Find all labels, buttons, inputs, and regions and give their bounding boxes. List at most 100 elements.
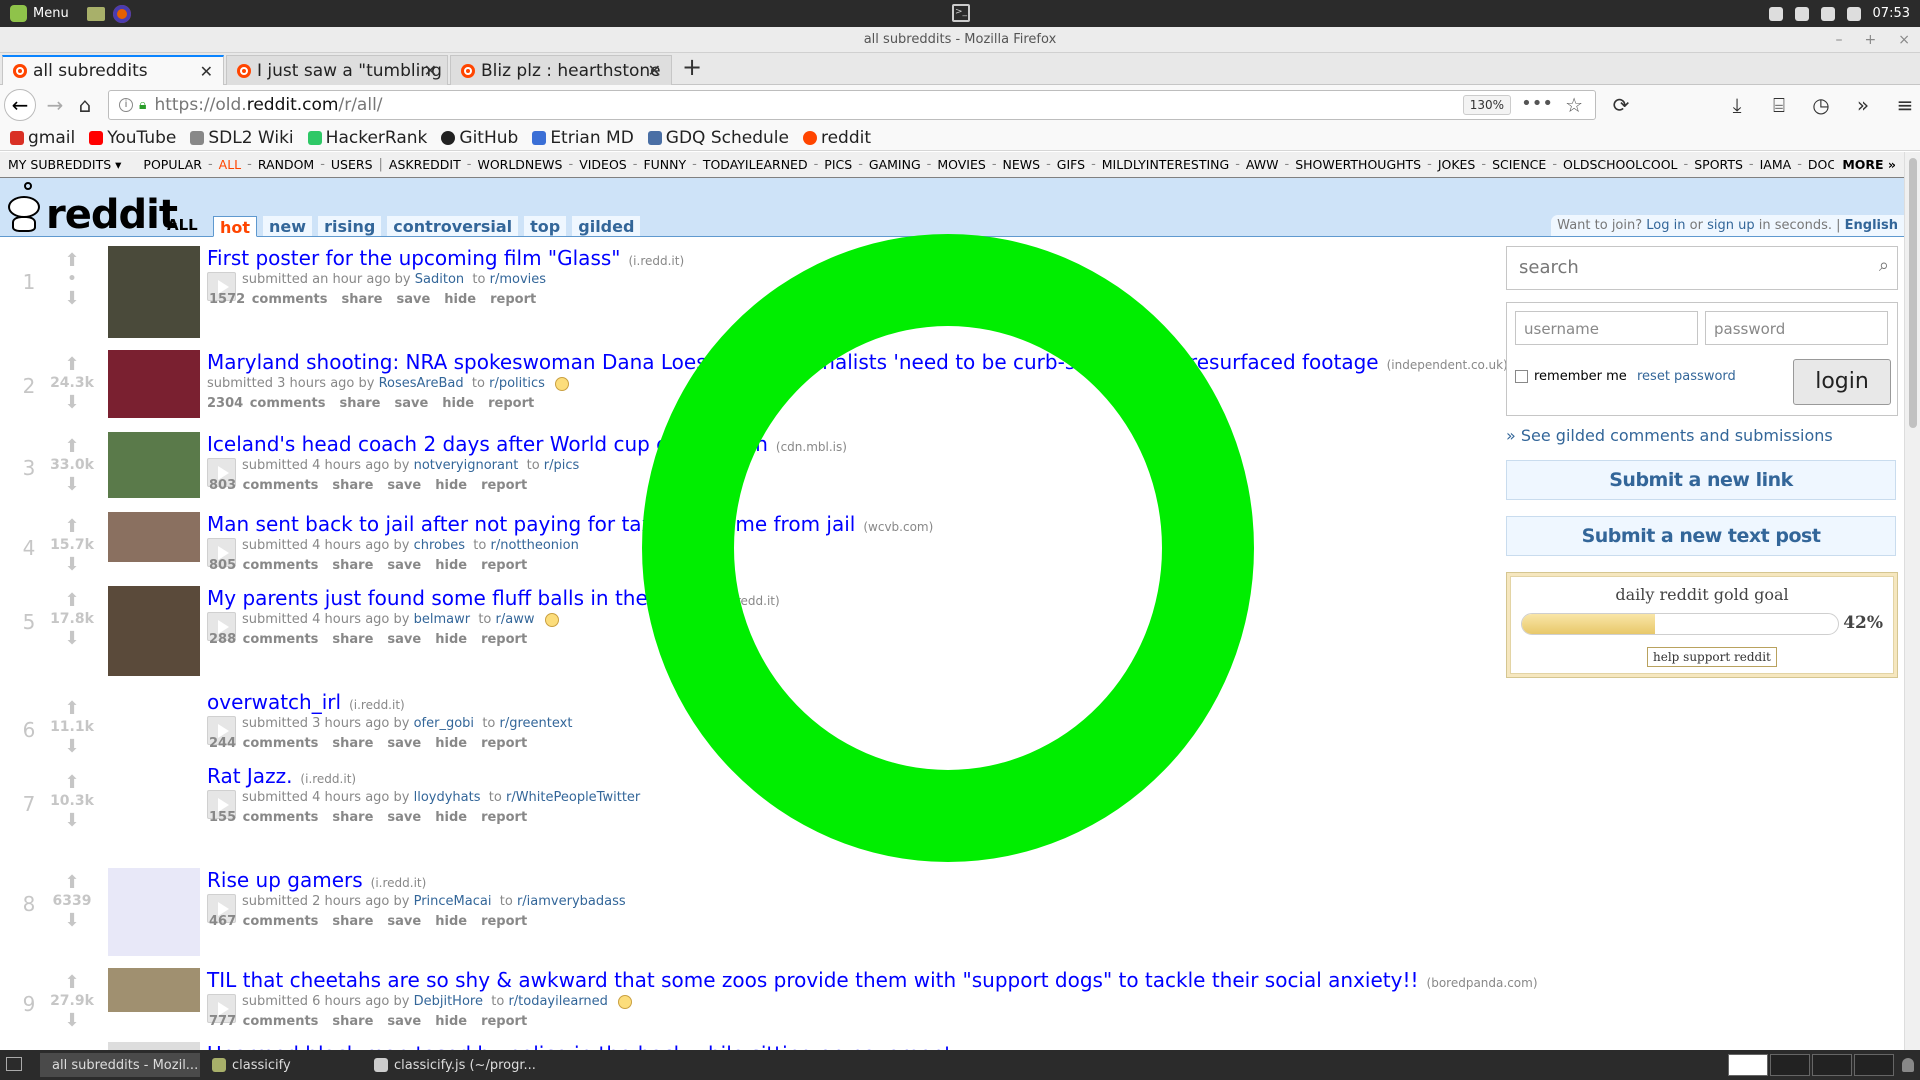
- bookmark-star-icon[interactable]: ☆: [1565, 93, 1583, 117]
- terminal-icon[interactable]: >_: [952, 4, 970, 22]
- post-subreddit[interactable]: r/greentext: [500, 716, 573, 731]
- upvote-arrow-icon[interactable]: ⬆: [62, 774, 82, 792]
- bookmark-gdq-schedule[interactable]: GDQ Schedule: [647, 128, 789, 148]
- login-link[interactable]: Log in: [1646, 218, 1685, 233]
- save-link[interactable]: save: [394, 396, 428, 411]
- upvote-arrow-icon[interactable]: ⬆: [62, 874, 82, 892]
- post-thumbnail[interactable]: [108, 246, 200, 338]
- post-subreddit[interactable]: r/movies: [490, 272, 546, 287]
- post-subreddit[interactable]: r/aww: [496, 612, 535, 627]
- password-field[interactable]: password: [1705, 311, 1888, 345]
- folder-launcher-icon[interactable]: [86, 6, 105, 21]
- gilded-link[interactable]: » See gilded comments and submissions: [1506, 426, 1833, 445]
- sr-link-movies[interactable]: MOVIES: [931, 157, 991, 172]
- hide-link[interactable]: hide: [435, 736, 467, 751]
- downvote-arrow-icon[interactable]: ⬇: [62, 630, 82, 648]
- sr-link-oldschoolcool[interactable]: OLDSCHOOLCOOL: [1557, 157, 1684, 172]
- gilded-icon[interactable]: [544, 612, 559, 627]
- sr-link-mildlyinteresting[interactable]: MILDLYINTERESTING: [1096, 157, 1235, 172]
- sr-link-gifs[interactable]: GIFS: [1051, 157, 1091, 172]
- hide-link[interactable]: hide: [435, 914, 467, 929]
- post-thumbnail[interactable]: [108, 1042, 200, 1050]
- upvote-arrow-icon[interactable]: ⬆: [62, 974, 82, 992]
- search-icon[interactable]: ⌕: [1879, 255, 1889, 276]
- bookmark-github[interactable]: GitHub: [441, 128, 518, 148]
- sr-link-todayilearned[interactable]: TODAYILEARNED: [697, 157, 814, 172]
- post-domain[interactable]: (i.redd.it): [371, 876, 427, 890]
- share-link[interactable]: share: [332, 914, 373, 929]
- share-link[interactable]: share: [332, 558, 373, 573]
- downvote-arrow-icon[interactable]: ⬇: [62, 738, 82, 756]
- hide-link[interactable]: hide: [435, 558, 467, 573]
- downvote-arrow-icon[interactable]: ⬇: [62, 912, 82, 930]
- wifi-icon[interactable]: [1794, 6, 1809, 21]
- signup-link[interactable]: sign up: [1707, 218, 1755, 233]
- taskbar-editor[interactable]: classicify.js (~/progr...: [368, 1053, 542, 1077]
- hide-link[interactable]: hide: [444, 292, 476, 307]
- sr-link-pics[interactable]: PICS: [818, 157, 858, 172]
- hide-link[interactable]: hide: [442, 396, 474, 411]
- comments-link[interactable]: 1572 comments: [209, 292, 327, 307]
- report-link[interactable]: report: [488, 396, 534, 411]
- save-link[interactable]: save: [387, 1014, 421, 1029]
- post-author[interactable]: RosesAreBad: [379, 376, 464, 391]
- save-link[interactable]: save: [387, 736, 421, 751]
- show-desktop-icon[interactable]: [6, 1057, 22, 1071]
- taskbar-classicify[interactable]: classicify: [206, 1053, 297, 1077]
- sr-link-askreddit[interactable]: ASKREDDIT: [383, 157, 467, 172]
- reset-password-link[interactable]: reset password: [1637, 369, 1736, 384]
- post-author[interactable]: lloydyhats: [414, 790, 481, 805]
- post-author[interactable]: Saditon: [415, 272, 464, 287]
- post-author[interactable]: chrobes: [414, 538, 465, 553]
- tab-all-subreddits[interactable]: all subreddits ✕: [2, 55, 224, 85]
- hide-link[interactable]: hide: [435, 478, 467, 493]
- upvote-arrow-icon[interactable]: ⬆: [62, 518, 82, 536]
- sr-link-all[interactable]: ALL: [213, 157, 247, 172]
- comments-link[interactable]: 805 comments: [209, 558, 318, 573]
- sort-tab-rising[interactable]: rising: [318, 216, 382, 236]
- page-name[interactable]: ALL: [167, 216, 198, 234]
- report-link[interactable]: report: [481, 632, 527, 647]
- share-link[interactable]: share: [341, 292, 382, 307]
- bookmark-sdl2-wiki[interactable]: SDL2 Wiki: [190, 128, 294, 148]
- sort-tab-new[interactable]: new: [263, 216, 313, 236]
- downvote-arrow-icon[interactable]: ⬇: [62, 556, 82, 574]
- user-icon[interactable]: [1902, 1058, 1914, 1072]
- sr-link-iama[interactable]: IAMA: [1754, 157, 1798, 172]
- comments-link[interactable]: 244 comments: [209, 736, 318, 751]
- upvote-arrow-icon[interactable]: ⬆: [62, 252, 82, 270]
- share-link[interactable]: share: [339, 396, 380, 411]
- post-domain[interactable]: (i.redd.it): [349, 698, 405, 712]
- report-link[interactable]: report: [490, 292, 536, 307]
- report-link[interactable]: report: [481, 1014, 527, 1029]
- forward-button[interactable]: →: [40, 90, 70, 120]
- help-support-button[interactable]: help support reddit: [1647, 647, 1777, 667]
- sr-link-sports[interactable]: SPORTS: [1688, 157, 1749, 172]
- post-thumbnail[interactable]: [108, 764, 200, 840]
- firefox-launcher-icon[interactable]: [112, 4, 131, 23]
- info-icon[interactable]: i: [119, 98, 133, 112]
- sort-tab-gilded[interactable]: gilded: [572, 216, 641, 236]
- save-link[interactable]: save: [387, 914, 421, 929]
- report-link[interactable]: report: [481, 810, 527, 825]
- save-link[interactable]: save: [387, 810, 421, 825]
- sort-tab-hot[interactable]: hot: [213, 216, 258, 237]
- post-thumbnail[interactable]: [108, 432, 200, 498]
- post-domain[interactable]: (boredpanda.com): [1427, 976, 1538, 990]
- save-link[interactable]: save: [387, 478, 421, 493]
- upvote-arrow-icon[interactable]: ⬆: [62, 700, 82, 718]
- save-link[interactable]: save: [387, 632, 421, 647]
- download-icon[interactable]: ⤓: [1722, 90, 1752, 120]
- share-link[interactable]: share: [332, 1014, 373, 1029]
- workspace-3[interactable]: [1812, 1054, 1852, 1076]
- share-link[interactable]: share: [332, 810, 373, 825]
- post-domain[interactable]: (independent.co.uk): [1387, 358, 1508, 372]
- hide-link[interactable]: hide: [435, 810, 467, 825]
- comments-link[interactable]: 155 comments: [209, 810, 318, 825]
- post-title[interactable]: overwatch_irl (i.redd.it): [207, 690, 405, 714]
- post-domain[interactable]: (i.redd.it): [300, 772, 356, 786]
- bookmark-etrian-md[interactable]: Etrian MD: [532, 128, 634, 148]
- remember-checkbox[interactable]: [1515, 370, 1528, 383]
- sr-link-aww[interactable]: AWW: [1240, 157, 1285, 172]
- comments-link[interactable]: 2304 comments: [207, 396, 325, 411]
